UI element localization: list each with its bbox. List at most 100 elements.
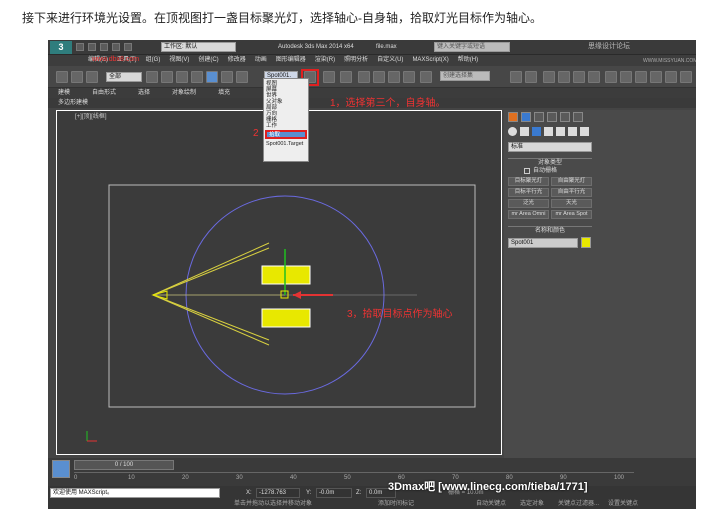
snap-icon[interactable] [358,71,370,83]
spot-cone-top [152,242,270,296]
utilities-tab-icon[interactable] [573,112,583,122]
render-frame-icon[interactable] [635,71,647,83]
ribbon-tab[interactable]: 建模 [58,89,70,97]
material-editor-icon[interactable] [605,71,617,83]
name-color-rollout[interactable]: 名称和颜色 [508,226,592,235]
teapot-icon[interactable] [665,71,677,83]
render-iterative-icon[interactable] [680,71,692,83]
graphite-icon[interactable] [558,71,570,83]
light-type-button[interactable]: 自由平行光 [551,188,592,197]
modify-tab-icon[interactable] [521,112,531,122]
redo-icon[interactable] [124,43,132,51]
x-coord-field[interactable]: -1278.763 [256,488,300,498]
percent-snap-icon[interactable] [388,71,400,83]
selection-filter[interactable]: 全部 [106,72,142,82]
dropdown-item-pick[interactable]: 拾取 [267,132,305,138]
selected-combo[interactable]: 选定对象 [520,500,544,508]
scale-icon[interactable] [236,71,248,83]
bind-icon[interactable] [86,71,98,83]
time-slider[interactable]: 0 / 100 [74,460,174,470]
systems-icon[interactable] [580,127,589,136]
lights-icon[interactable] [532,127,541,136]
hierarchy-tab-icon[interactable] [534,112,544,122]
light-type-button[interactable]: 目标聚光灯 [508,177,549,186]
display-tab-icon[interactable] [560,112,570,122]
save-icon[interactable] [100,43,108,51]
angle-snap-icon[interactable] [373,71,385,83]
set-key-button[interactable]: 设置关键点 [608,500,638,508]
key-filters-button[interactable]: 关键点过滤器... [558,500,599,508]
menu-item[interactable]: 图形编辑器 [276,56,306,64]
light-type-button[interactable]: 泛光 [508,199,549,208]
menu-item[interactable]: 自定义(U) [377,56,403,64]
add-time-tag[interactable]: 添加时间标记 [378,500,414,508]
light-type-button[interactable]: 自由聚光灯 [551,177,592,186]
poly-modeling-label[interactable]: 多边形建模 [58,99,88,107]
layer-icon[interactable] [543,71,555,83]
spinner-snap-icon[interactable] [403,71,415,83]
create-tab-icon[interactable] [508,112,518,122]
select-icon[interactable] [146,71,158,83]
move-icon[interactable] [206,71,218,83]
light-category-combo[interactable]: 标准 [508,142,592,152]
autogrid-checkbox[interactable] [524,168,530,174]
app-logo[interactable]: 3 [50,41,72,54]
light-type-button[interactable]: mr Area Omni [508,210,549,219]
menu-item[interactable]: 照明分析 [344,56,368,64]
window-crossing-icon[interactable] [191,71,203,83]
object-color-swatch[interactable] [581,237,591,248]
ribbon-tab[interactable]: 填充 [218,89,230,97]
timeline-tick: 50 [344,475,351,481]
spacewarps-icon[interactable] [568,127,577,136]
menu-item[interactable]: 动画 [255,56,267,64]
geometry-icon[interactable] [508,127,517,136]
file-title: file.max [376,44,397,50]
mini-listener-icon[interactable] [52,460,70,478]
dropdown-item-target[interactable]: Spot001.Target [264,141,308,147]
object-name-field[interactable]: Spot001 [508,238,578,248]
rotate-icon[interactable] [221,71,233,83]
y-coord-field[interactable]: -0.0m [316,488,352,498]
menu-item[interactable]: 视图(V) [169,56,189,64]
render-setup-icon[interactable] [620,71,632,83]
link-icon[interactable] [56,71,68,83]
mirror-icon[interactable] [510,71,522,83]
ribbon-tab[interactable]: 自由形式 [92,89,116,97]
unlink-icon[interactable] [71,71,83,83]
named-selection-set[interactable]: 创建选择集 [440,71,490,81]
annotation-3: 3，拾取目标点作为轴心 [347,309,453,320]
shapes-icon[interactable] [520,127,529,136]
curve-editor-icon[interactable] [573,71,585,83]
align-icon[interactable] [525,71,537,83]
dropdown-item[interactable]: 工作 [264,123,308,129]
ribbon-tab[interactable]: 选择 [138,89,150,97]
menu-item[interactable]: 创建(C) [198,56,218,64]
helpers-icon[interactable] [556,127,565,136]
light-type-button[interactable]: 目标平行光 [508,188,549,197]
select-manipulate-icon[interactable] [323,71,335,83]
ribbon-tab[interactable]: 对象绘制 [172,89,196,97]
search-input[interactable]: 键入关键字或短语 [434,42,510,52]
workspace-combo[interactable]: 工作区: 默认 [161,42,236,52]
new-icon[interactable] [76,43,84,51]
maxscript-listener[interactable]: 欢迎使用 MAXScript。 [50,488,220,498]
open-icon[interactable] [88,43,96,51]
cameras-icon[interactable] [544,127,553,136]
menu-item[interactable]: 修改器 [228,56,246,64]
object-type-rollout[interactable]: 对象类型 [508,158,592,167]
schematic-icon[interactable] [588,71,600,83]
undo-icon[interactable] [112,43,120,51]
menu-item[interactable]: MAXScript(X) [412,56,448,64]
light-type-button[interactable]: 天光 [551,199,592,208]
menu-item[interactable]: 组(G) [146,56,161,64]
autokey-button[interactable]: 自动关键点 [476,500,506,508]
motion-tab-icon[interactable] [547,112,557,122]
render-icon[interactable] [650,71,662,83]
menu-item[interactable]: 渲染(R) [315,56,335,64]
light-type-button[interactable]: mr Area Spot [551,210,592,219]
keyboard-shortcut-icon[interactable] [340,71,352,83]
menu-item[interactable]: 帮助(H) [458,56,478,64]
rect-select-icon[interactable] [176,71,188,83]
select-by-name-icon[interactable] [161,71,173,83]
edit-named-sel-icon[interactable] [420,71,432,83]
